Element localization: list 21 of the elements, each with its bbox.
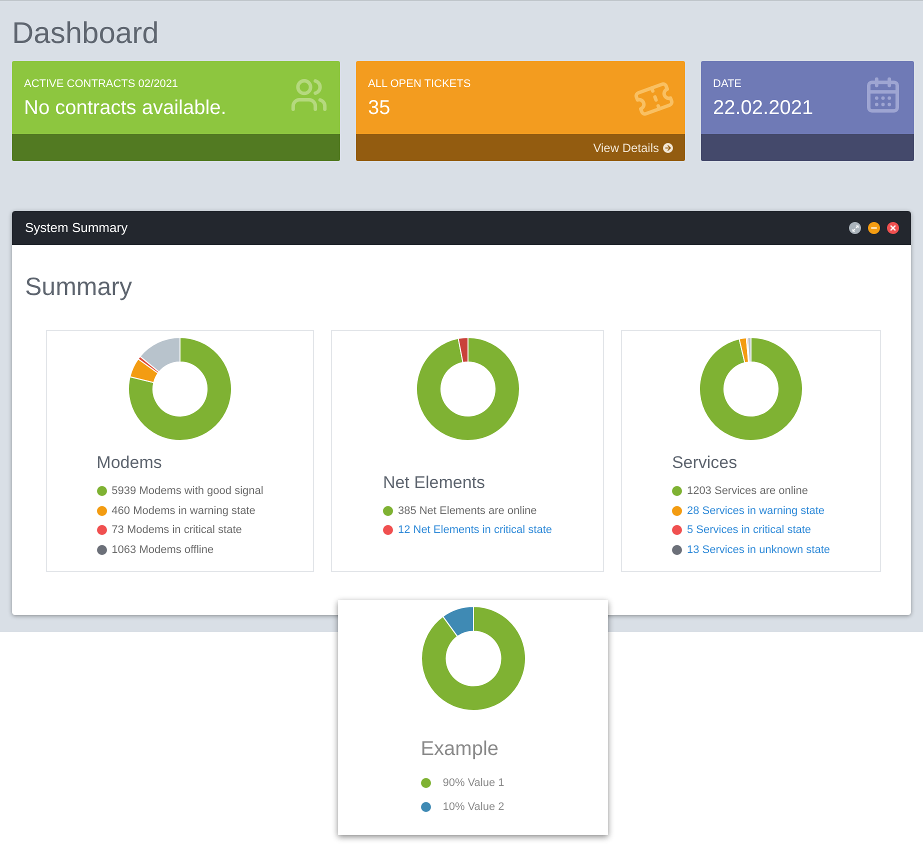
legend-text: 460 Modems in warning state bbox=[112, 504, 256, 518]
card-label: ALL OPEN TICKETS bbox=[368, 77, 471, 92]
summary-heading: Summary bbox=[25, 275, 133, 300]
card-title: Example bbox=[420, 739, 500, 759]
card-value: 22.02.2021 bbox=[713, 96, 814, 120]
panel-title: System Summary bbox=[25, 219, 128, 238]
legend-text: 1203 Services are online bbox=[686, 484, 808, 499]
card-label: DATE bbox=[713, 77, 743, 92]
card-title: Net Elements bbox=[382, 474, 486, 490]
page-title: Dashboard bbox=[12, 19, 160, 49]
card-value: No contracts available. bbox=[24, 96, 226, 120]
card-value: 35 bbox=[368, 96, 392, 120]
legend-text: 10% Value 2 bbox=[442, 800, 504, 814]
legend-text: 73 Modems in critical state bbox=[112, 523, 242, 538]
card-title: Modems bbox=[96, 454, 163, 471]
legend-text: 5939 Modems with good signal bbox=[112, 484, 264, 499]
legend-text: 1063 Modems offline bbox=[112, 542, 214, 558]
card-label: ACTIVE CONTRACTS 02/2021 bbox=[24, 77, 180, 92]
legend-text: 90% Value 1 bbox=[442, 776, 504, 791]
legend-text: 385 Net Elements are online bbox=[398, 504, 537, 518]
card-title: Services bbox=[672, 454, 738, 471]
